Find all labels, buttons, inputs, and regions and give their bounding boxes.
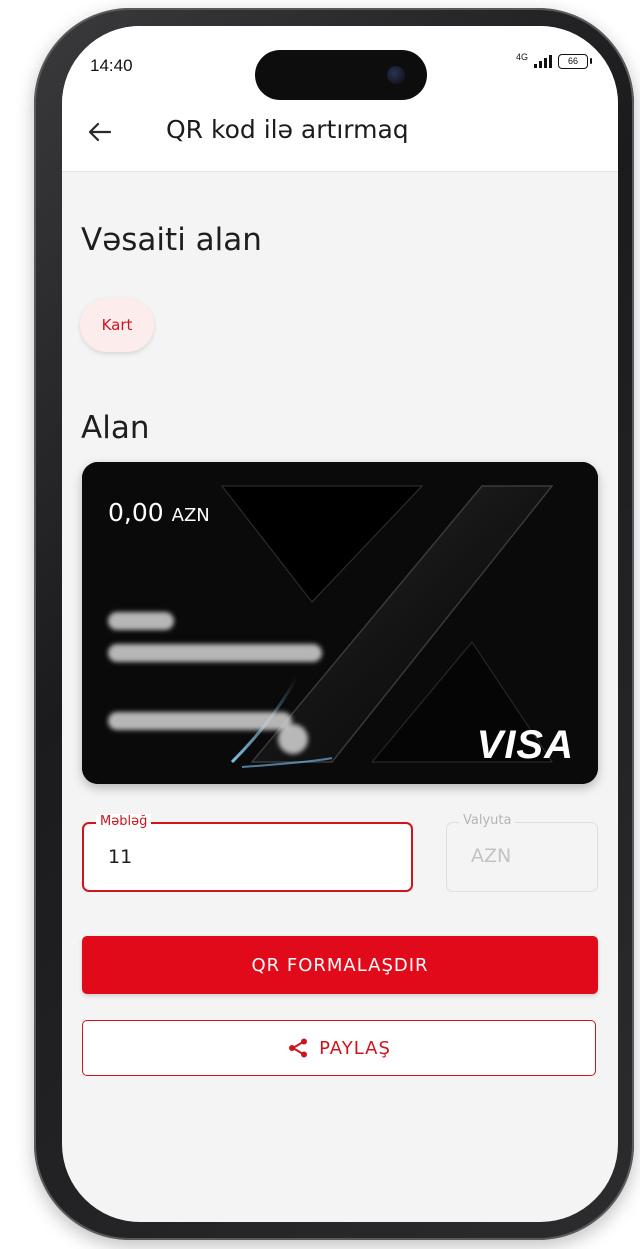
card-balance-amount: 0,00 — [108, 498, 164, 527]
card-expiry-blurred — [108, 712, 292, 730]
generate-qr-button[interactable]: QR FORMALAŞDIR — [82, 936, 598, 994]
generate-qr-label: QR FORMALAŞDIR — [251, 954, 429, 976]
back-button[interactable] — [84, 116, 116, 148]
card-holder-blurred — [108, 612, 174, 630]
card-balance-currency: AZN — [171, 505, 210, 526]
card-number-blurred — [108, 644, 322, 662]
card-balance: 0,00 AZN — [108, 498, 210, 527]
camera-icon — [387, 66, 405, 84]
page-title: QR kod ilə artırmaq — [166, 115, 409, 144]
amount-input[interactable]: 11 — [108, 846, 132, 868]
recipient-section-title: Vəsaiti alan — [81, 222, 262, 258]
status-time: 14:40 — [90, 56, 133, 75]
share-icon — [289, 1038, 308, 1058]
currency-field: Valyuta AZN — [446, 813, 598, 892]
signal-icon — [534, 55, 552, 68]
status-indicators: 4G 66 — [515, 51, 592, 69]
share-label: PAYLAŞ — [319, 1037, 391, 1059]
amount-field[interactable]: Məbləğ 11 — [82, 814, 413, 892]
currency-label: Valyuta — [459, 813, 516, 829]
dynamic-island — [255, 50, 427, 100]
receiver-section-title: Alan — [81, 410, 150, 446]
share-button[interactable]: PAYLAŞ — [82, 1020, 596, 1076]
device-mockup: 14:40 4G 66 QR kod ilə artırmaq Vəsaiti … — [0, 0, 640, 1249]
network-type: 4G — [515, 51, 528, 62]
card-chip-blurred — [278, 724, 308, 754]
app-screen: 14:40 4G 66 QR kod ilə artırmaq Vəsaiti … — [62, 26, 618, 1222]
app-header: 14:40 4G 66 QR kod ilə artırmaq — [62, 26, 618, 172]
amount-label: Məbləğ — [96, 814, 152, 830]
arrow-left-icon — [88, 122, 112, 142]
card-type-chip[interactable]: Kart — [80, 298, 154, 352]
bank-card[interactable]: 0,00 AZN VISA — [82, 462, 598, 784]
battery-icon: 66 — [558, 54, 592, 69]
visa-logo: VISA — [476, 723, 574, 767]
currency-value: AZN — [471, 845, 512, 867]
